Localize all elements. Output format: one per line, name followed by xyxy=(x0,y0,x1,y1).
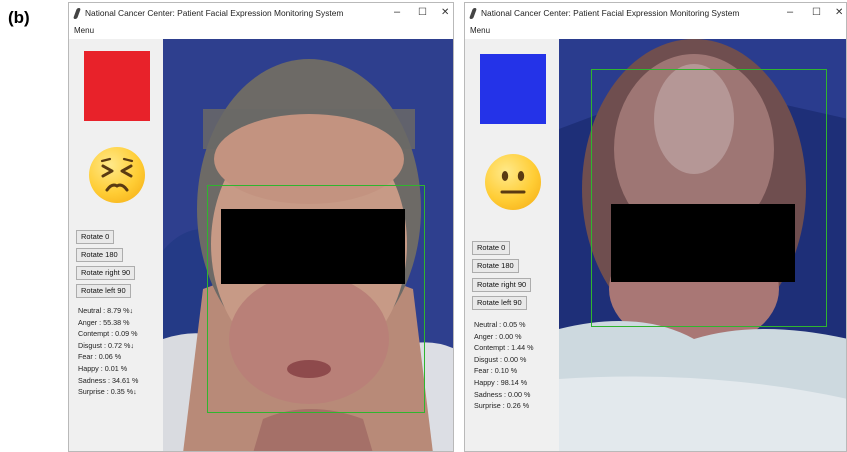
stat-contempt: Contempt : 1.44 % xyxy=(474,343,534,353)
rotate-180-button[interactable]: Rotate 180 xyxy=(472,259,519,273)
rotate-0-button[interactable]: Rotate 0 xyxy=(472,241,511,255)
emotion-stats: Neutral : 0.05 % Anger : 0.00 % Contempt… xyxy=(474,319,534,412)
rotate-right-90-button[interactable]: Rotate right 90 xyxy=(472,278,532,292)
stat-sadness: Sadness : 0.00 % xyxy=(474,389,531,399)
emotion-status-indicator xyxy=(480,54,546,124)
persevering-face-icon xyxy=(89,147,145,203)
stat-surprise: Surprise : 0.35 %↓ xyxy=(78,387,137,397)
menu-item[interactable]: Menu xyxy=(74,26,94,35)
rotate-left-90-button[interactable]: Rotate left 90 xyxy=(76,284,131,298)
menu-bar: Menu xyxy=(69,25,453,39)
maximize-icon[interactable]: ☐ xyxy=(418,7,427,18)
title-bar[interactable]: National Cancer Center: Patient Facial E… xyxy=(465,3,846,25)
menu-bar: Menu xyxy=(465,25,846,39)
sidebar: Rotate 0 Rotate 180 Rotate right 90 Rota… xyxy=(465,39,559,451)
rotate-0-button[interactable]: Rotate 0 xyxy=(76,230,115,244)
stat-disgust: Disgust : 0.72 %↓ xyxy=(78,340,134,350)
emotion-status-indicator xyxy=(84,51,150,121)
stat-neutral: Neutral : 0.05 % xyxy=(474,320,526,329)
window-title: National Cancer Center: Patient Facial E… xyxy=(85,8,344,18)
close-icon[interactable]: ✕ xyxy=(441,7,449,18)
panel-label: (b) xyxy=(8,8,30,27)
rotate-right-90-button[interactable]: Rotate right 90 xyxy=(76,266,136,280)
monitor-window-left: National Cancer Center: Patient Facial E… xyxy=(68,2,454,452)
stat-anger: Anger : 0.00 % xyxy=(474,331,522,341)
patient-camera-image xyxy=(559,39,846,451)
eye-privacy-bar xyxy=(611,204,795,282)
rotate-180-button[interactable]: Rotate 180 xyxy=(76,248,123,262)
patient-camera-image xyxy=(163,39,453,451)
title-bar[interactable]: National Cancer Center: Patient Facial E… xyxy=(69,3,453,25)
stat-anger: Anger : 55.38 % xyxy=(78,317,130,327)
eye-privacy-bar xyxy=(221,209,405,284)
stat-happy: Happy : 0.01 % xyxy=(78,363,128,373)
maximize-icon[interactable]: ☐ xyxy=(812,7,821,18)
stat-fear: Fear : 0.06 % xyxy=(78,352,122,362)
close-icon[interactable]: ✕ xyxy=(835,7,843,18)
face-detection-box xyxy=(591,69,827,327)
window-title: National Cancer Center: Patient Facial E… xyxy=(481,8,740,18)
app-feather-icon xyxy=(468,8,478,19)
sidebar: Rotate 0 Rotate 180 Rotate right 90 Rota… xyxy=(69,39,163,451)
emotion-stats: Neutral : 8.79 %↓ Anger : 55.38 % Contem… xyxy=(78,305,138,398)
stat-contempt: Contempt : 0.09 % xyxy=(78,329,138,339)
stat-fear: Fear : 0.10 % xyxy=(474,366,518,376)
menu-item[interactable]: Menu xyxy=(470,26,490,35)
rotate-left-90-button[interactable]: Rotate left 90 xyxy=(472,296,527,310)
stat-sadness: Sadness : 34.61 % xyxy=(78,375,139,385)
monitor-window-right: National Cancer Center: Patient Facial E… xyxy=(464,2,847,452)
stat-happy: Happy : 98.14 % xyxy=(474,377,528,387)
app-feather-icon xyxy=(72,8,82,19)
minimize-icon[interactable]: – xyxy=(394,6,400,18)
stat-disgust: Disgust : 0.00 % xyxy=(474,354,527,364)
stat-neutral: Neutral : 8.79 %↓ xyxy=(78,306,134,315)
minimize-icon[interactable]: – xyxy=(787,6,793,18)
neutral-face-icon xyxy=(485,154,541,210)
stat-surprise: Surprise : 0.26 % xyxy=(474,401,530,411)
